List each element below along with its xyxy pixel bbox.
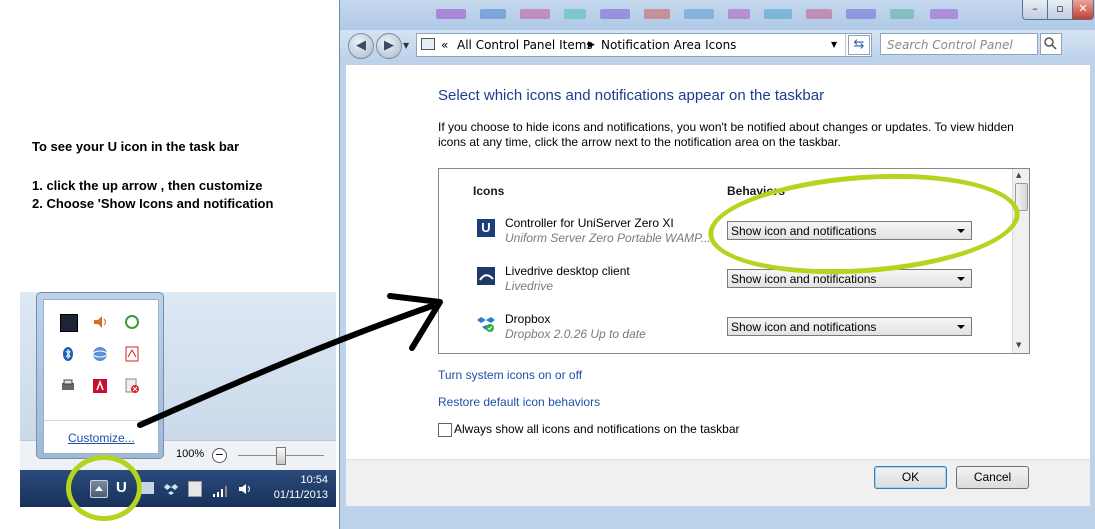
annotation-arrow (137, 293, 443, 428)
